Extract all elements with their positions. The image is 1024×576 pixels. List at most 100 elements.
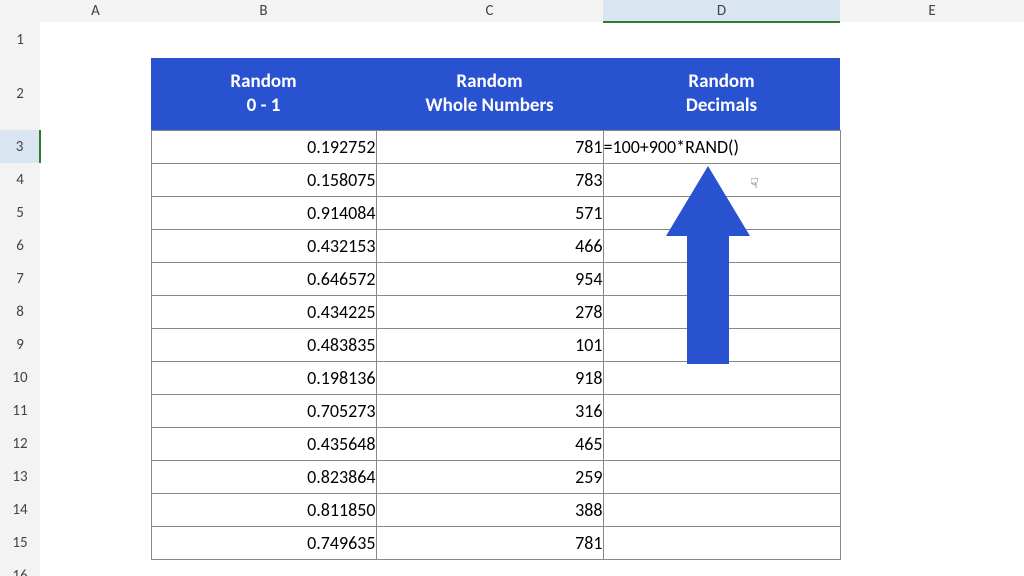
cell-E14[interactable]	[840, 493, 1024, 526]
cell-C11[interactable]: 316	[376, 394, 603, 427]
col-header-B[interactable]: B	[151, 0, 376, 22]
cell-D14[interactable]	[603, 493, 840, 526]
spreadsheet-grid[interactable]: A B C D E 1 2 Random 0 - 1 Random Whole …	[0, 0, 1024, 576]
cell-D2-header[interactable]: Random Decimals	[603, 58, 840, 130]
row-header-11[interactable]: 11	[0, 394, 40, 427]
cell-E1[interactable]	[840, 22, 1024, 58]
cell-E13[interactable]	[840, 460, 1024, 493]
cell-D15[interactable]	[603, 526, 840, 559]
cell-A13[interactable]	[40, 460, 151, 493]
cell-B10[interactable]: 0.198136	[151, 361, 376, 394]
cell-C1[interactable]	[376, 22, 603, 58]
cell-D6[interactable]	[603, 229, 840, 262]
cell-E11[interactable]	[840, 394, 1024, 427]
cell-D11[interactable]	[603, 394, 840, 427]
cell-A6[interactable]	[40, 229, 151, 262]
cell-C16[interactable]	[376, 559, 603, 576]
col-header-D[interactable]: D	[603, 0, 840, 22]
cell-D16[interactable]	[603, 559, 840, 576]
cell-E9[interactable]	[840, 328, 1024, 361]
cell-E12[interactable]	[840, 427, 1024, 460]
cell-C8[interactable]: 278	[376, 295, 603, 328]
row-header-7[interactable]: 7	[0, 262, 40, 295]
cell-A3[interactable]	[40, 130, 151, 163]
cell-C13[interactable]: 259	[376, 460, 603, 493]
cell-B6[interactable]: 0.432153	[151, 229, 376, 262]
cell-C12[interactable]: 465	[376, 427, 603, 460]
cell-C4[interactable]: 783	[376, 163, 603, 196]
cell-A11[interactable]	[40, 394, 151, 427]
cell-A16[interactable]	[40, 559, 151, 576]
cell-C14[interactable]: 388	[376, 493, 603, 526]
cell-E8[interactable]	[840, 295, 1024, 328]
cell-A15[interactable]	[40, 526, 151, 559]
cell-C3[interactable]: 781	[376, 130, 603, 163]
row-header-1[interactable]: 1	[0, 22, 40, 58]
row-header-15[interactable]: 15	[0, 526, 40, 559]
cell-A8[interactable]	[40, 295, 151, 328]
col-header-E[interactable]: E	[840, 0, 1024, 22]
cell-B14[interactable]: 0.811850	[151, 493, 376, 526]
cell-E2[interactable]	[840, 58, 1024, 130]
cell-E16[interactable]	[840, 559, 1024, 576]
cell-B7[interactable]: 0.646572	[151, 262, 376, 295]
cell-B5[interactable]: 0.914084	[151, 196, 376, 229]
cell-B15[interactable]: 0.749635	[151, 526, 376, 559]
cell-D8[interactable]	[603, 295, 840, 328]
row-header-3[interactable]: 3	[0, 130, 40, 163]
col-header-A[interactable]: A	[40, 0, 151, 22]
cell-D1[interactable]	[603, 22, 840, 58]
cell-B12[interactable]: 0.435648	[151, 427, 376, 460]
cell-C2-header[interactable]: Random Whole Numbers	[376, 58, 603, 130]
row-header-8[interactable]: 8	[0, 295, 40, 328]
cell-A7[interactable]	[40, 262, 151, 295]
cell-D10[interactable]	[603, 361, 840, 394]
cell-A4[interactable]	[40, 163, 151, 196]
cell-D9[interactable]	[603, 328, 840, 361]
cell-C10[interactable]: 918	[376, 361, 603, 394]
cell-E6[interactable]	[840, 229, 1024, 262]
cell-C15[interactable]: 781	[376, 526, 603, 559]
row-header-6[interactable]: 6	[0, 229, 40, 262]
cell-C9[interactable]: 101	[376, 328, 603, 361]
cell-C7[interactable]: 954	[376, 262, 603, 295]
cell-D13[interactable]	[603, 460, 840, 493]
row-header-16[interactable]: 16	[0, 559, 40, 576]
row-header-14[interactable]: 14	[0, 493, 40, 526]
col-header-C[interactable]: C	[376, 0, 603, 22]
cell-A5[interactable]	[40, 196, 151, 229]
row-header-12[interactable]: 12	[0, 427, 40, 460]
cell-A10[interactable]	[40, 361, 151, 394]
cell-D4[interactable]	[603, 163, 840, 196]
cell-B4[interactable]: 0.158075	[151, 163, 376, 196]
cell-E7[interactable]	[840, 262, 1024, 295]
cell-A14[interactable]	[40, 493, 151, 526]
row-header-10[interactable]: 10	[0, 361, 40, 394]
cell-B16[interactable]	[151, 559, 376, 576]
cell-E15[interactable]	[840, 526, 1024, 559]
cell-B2-header[interactable]: Random 0 - 1	[151, 58, 376, 130]
row-header-4[interactable]: 4	[0, 163, 40, 196]
row-header-5[interactable]: 5	[0, 196, 40, 229]
cell-B13[interactable]: 0.823864	[151, 460, 376, 493]
cell-C6[interactable]: 466	[376, 229, 603, 262]
cell-D7[interactable]	[603, 262, 840, 295]
cell-B11[interactable]: 0.705273	[151, 394, 376, 427]
row-header-2[interactable]: 2	[0, 58, 40, 130]
cell-A2[interactable]	[40, 58, 151, 130]
cell-B3[interactable]: 0.192752	[151, 130, 376, 163]
cell-B8[interactable]: 0.434225	[151, 295, 376, 328]
cell-D3-formula[interactable]: =100+900*RAND()	[603, 130, 840, 163]
cell-B9[interactable]: 0.483835	[151, 328, 376, 361]
cell-B1[interactable]	[151, 22, 376, 58]
row-header-9[interactable]: 9	[0, 328, 40, 361]
cell-C5[interactable]: 571	[376, 196, 603, 229]
cell-E3[interactable]	[840, 130, 1024, 163]
cell-A9[interactable]	[40, 328, 151, 361]
cell-A12[interactable]	[40, 427, 151, 460]
cell-E4[interactable]	[840, 163, 1024, 196]
cell-D5[interactable]	[603, 196, 840, 229]
cell-D12[interactable]	[603, 427, 840, 460]
select-all-corner[interactable]	[0, 0, 40, 22]
cell-E10[interactable]	[840, 361, 1024, 394]
